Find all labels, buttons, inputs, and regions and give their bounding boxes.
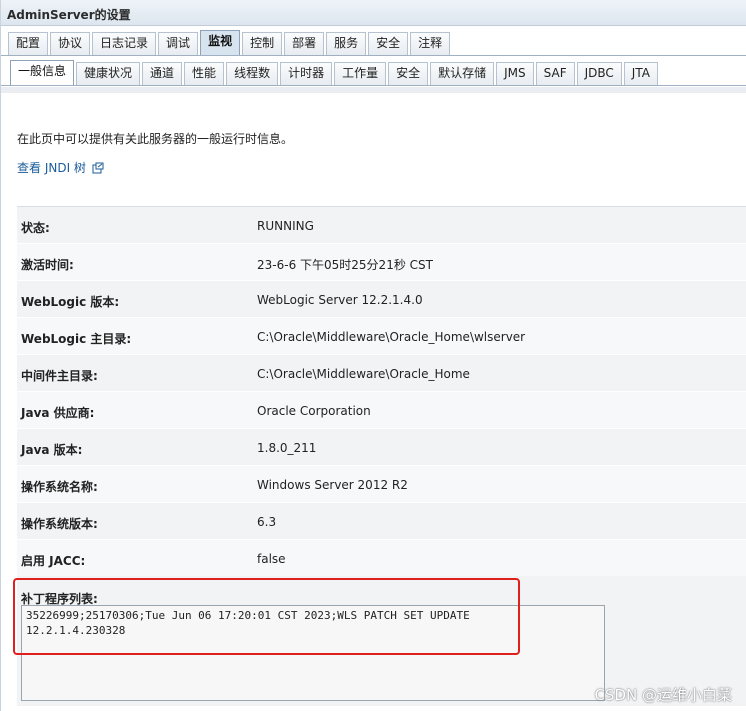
property-value: 6.3 — [257, 515, 277, 529]
watermark: CSDN @运维小白菜 — [594, 686, 732, 704]
property-row: 操作系统版本: 6.3 — [17, 503, 746, 540]
property-label: Java 供应商: — [21, 406, 95, 420]
secondary-tab-5[interactable]: 计时器 — [280, 62, 333, 85]
property-label: 状态: — [21, 221, 50, 235]
page-title: AdminServer的设置 — [7, 8, 131, 22]
property-row: 激活时间: 23-6-6 下午05时25分21秒 CST — [17, 244, 746, 281]
property-label: 启用 JACC: — [21, 554, 86, 568]
intro-text: 在此页中可以提供有关此服务器的一般运行时信息。 — [17, 132, 294, 146]
property-value: WebLogic Server 12.2.1.4.0 — [257, 293, 423, 307]
primary-tab-2[interactable]: 日志记录 — [92, 32, 157, 55]
property-row: 启用 JACC: false — [17, 540, 746, 577]
secondary-tab-12[interactable]: JTA — [623, 62, 658, 85]
property-value: RUNNING — [257, 219, 314, 233]
property-label: 激活时间: — [21, 258, 74, 272]
primary-tab-0[interactable]: 配置 — [8, 32, 49, 55]
patch-list-textarea[interactable]: 35226999;25170306;Tue Jun 06 17:20:01 CS… — [21, 605, 605, 701]
property-label: 中间件主目录: — [21, 369, 98, 383]
secondary-tab-bar: 一般信息 健康状况 通道 性能 线程数 计时器 工作量 安全 默认存储 JMS SAF JDBC JTA — [1, 60, 746, 86]
secondary-tab-10[interactable]: SAF — [535, 62, 575, 85]
server-properties-table: 状态: RUNNING 激活时间: 23-6-6 下午05时25分21秒 CST Web… — [17, 206, 746, 577]
property-label: 操作系统名称: — [21, 480, 98, 494]
property-row: 操作系统名称: Windows Server 2012 R2 — [17, 466, 746, 503]
secondary-tab-7[interactable]: 安全 — [388, 62, 429, 85]
primary-tab-9[interactable]: 注释 — [410, 32, 451, 55]
property-value: 23-6-6 下午05时25分21秒 CST — [257, 258, 433, 272]
property-label: Java 版本: — [21, 443, 83, 457]
jndi-link-label: 查看 JNDI 树 — [17, 161, 86, 175]
property-label: 操作系统版本: — [21, 517, 98, 531]
property-label: WebLogic 主目录: — [21, 332, 132, 346]
property-row: Java 版本: 1.8.0_211 — [17, 429, 746, 466]
property-value: false — [257, 552, 286, 566]
property-row: WebLogic 版本: WebLogic Server 12.2.1.4.0 — [17, 281, 746, 318]
primary-tab-1[interactable]: 协议 — [50, 32, 91, 55]
secondary-tab-8[interactable]: 默认存储 — [430, 62, 495, 85]
secondary-tab-11[interactable]: JDBC — [576, 62, 622, 85]
property-row: WebLogic 主目录: C:\Oracle\Middleware\Oracle… — [17, 318, 746, 355]
primary-tab-4[interactable]: 监视 — [200, 30, 241, 55]
secondary-tab-0[interactable]: 一般信息 — [10, 60, 75, 85]
property-row: Java 供应商: Oracle Corporation — [17, 392, 746, 429]
property-value: Windows Server 2012 R2 — [257, 478, 408, 492]
primary-tab-8[interactable]: 安全 — [368, 32, 409, 55]
secondary-tab-1[interactable]: 健康状况 — [76, 62, 141, 85]
view-jndi-tree-link[interactable]: 查看 JNDI 树 — [17, 159, 104, 176]
primary-tab-3[interactable]: 调试 — [158, 32, 199, 55]
primary-tab-5[interactable]: 控制 — [242, 32, 283, 55]
secondary-tab-9[interactable]: JMS — [496, 62, 534, 85]
property-row: 中间件主目录: C:\Oracle\Middleware\Oracle_Home — [17, 355, 746, 392]
primary-tab-7[interactable]: 服务 — [326, 32, 367, 55]
property-value: Oracle Corporation — [257, 404, 371, 418]
secondary-tab-2[interactable]: 通道 — [142, 62, 183, 85]
tab-separator — [1, 87, 746, 93]
property-value: C:\Oracle\Middleware\Oracle_Home — [257, 367, 470, 381]
property-value: 1.8.0_211 — [257, 441, 317, 455]
property-label: WebLogic 版本: — [21, 295, 120, 309]
external-window-icon — [92, 162, 104, 174]
primary-tab-6[interactable]: 部署 — [284, 32, 325, 55]
settings-page: AdminServer的设置 配置 协议 日志记录 调试 监视 控制 部署 服务 安全 注释 一般… — [0, 0, 746, 711]
secondary-tab-3[interactable]: 性能 — [184, 62, 225, 85]
secondary-tab-6[interactable]: 工作量 — [334, 62, 387, 85]
title-bar: AdminServer的设置 — [1, 0, 746, 26]
property-value: C:\Oracle\Middleware\Oracle_Home\wlserve… — [257, 330, 526, 344]
primary-tab-bar: 配置 协议 日志记录 调试 监视 控制 部署 服务 安全 注释 — [1, 30, 746, 56]
property-row: 状态: RUNNING — [17, 207, 746, 244]
secondary-tab-4[interactable]: 线程数 — [226, 62, 279, 85]
